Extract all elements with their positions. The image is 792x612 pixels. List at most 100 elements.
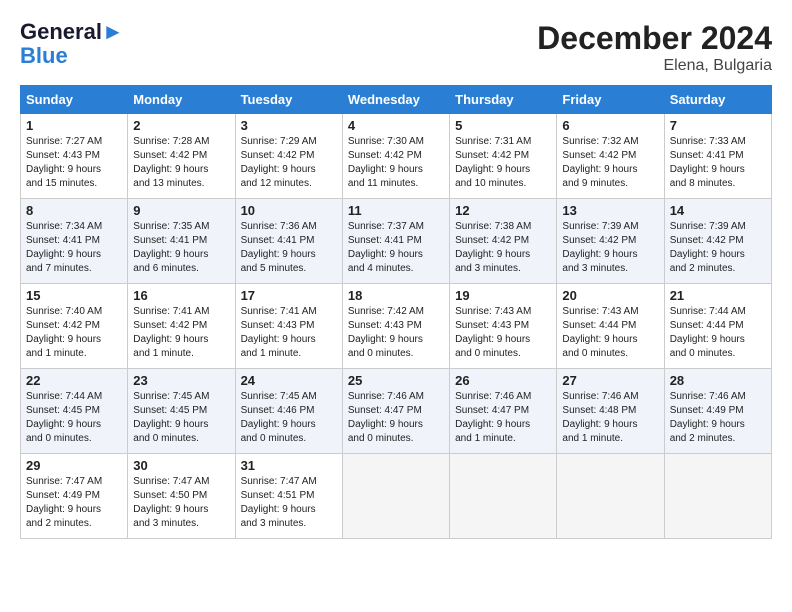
title-section: December 2024 Elena, Bulgaria [537,20,772,75]
day-number: 28 [670,373,766,388]
day-info: Sunrise: 7:46 AM Sunset: 4:47 PM Dayligh… [348,390,444,446]
day-number: 31 [241,458,337,473]
day-number: 7 [670,118,766,133]
calendar-cell: 17Sunrise: 7:41 AM Sunset: 4:43 PM Dayli… [235,284,342,369]
calendar-cell: 3 Sunrise: 7:29 AM Sunset: 4:42 PM Daylig… [235,114,342,199]
day-number: 6 [562,118,658,133]
week-row-3: 15Sunrise: 7:40 AM Sunset: 4:42 PM Dayli… [21,284,772,369]
calendar-cell: 2 Sunrise: 7:28 AM Sunset: 4:42 PM Daylig… [128,114,235,199]
day-number: 16 [133,288,229,303]
calendar-cell: 19Sunrise: 7:43 AM Sunset: 4:43 PM Dayli… [450,284,557,369]
calendar-cell [342,454,449,539]
calendar-cell: 7 Sunrise: 7:33 AM Sunset: 4:41 PM Daylig… [664,114,771,199]
calendar-cell: 13 Sunrise: 7:39 AM Sunset: 4:42 PM Dayli… [557,199,664,284]
day-info: Sunrise: 7:41 AM Sunset: 4:42 PM Dayligh… [133,305,229,361]
day-info: Sunrise: 7:43 AM Sunset: 4:44 PM Dayligh… [562,305,658,361]
day-number: 22 [26,373,122,388]
day-number: 3 [241,118,337,133]
day-info: Sunrise: 7:45 AM Sunset: 4:46 PM Dayligh… [241,390,337,446]
day-info: Sunrise: 7:46 AM Sunset: 4:49 PM Dayligh… [670,390,766,446]
day-number: 21 [670,288,766,303]
day-number: 11 [348,203,444,218]
calendar-cell: 5 Sunrise: 7:31 AM Sunset: 4:42 PM Daylig… [450,114,557,199]
calendar-table: SundayMondayTuesdayWednesdayThursdayFrid… [20,85,772,539]
day-info: Sunrise: 7:40 AM Sunset: 4:42 PM Dayligh… [26,305,122,361]
day-info: Sunrise: 7:47 AM Sunset: 4:51 PM Dayligh… [241,475,337,531]
day-info: Sunrise: 7:47 AM Sunset: 4:50 PM Dayligh… [133,475,229,531]
day-info: Sunrise: 7:39 AM Sunset: 4:42 PM Dayligh… [670,220,766,276]
day-number: 29 [26,458,122,473]
calendar-cell: 21 Sunrise: 7:44 AM Sunset: 4:44 PM Dayli… [664,284,771,369]
calendar-cell: 26Sunrise: 7:46 AM Sunset: 4:47 PM Dayli… [450,369,557,454]
day-number: 26 [455,373,551,388]
calendar-cell: 29 Sunrise: 7:47 AM Sunset: 4:49 PM Dayli… [21,454,128,539]
day-info: Sunrise: 7:34 AM Sunset: 4:41 PM Dayligh… [26,220,122,276]
day-info: Sunrise: 7:31 AM Sunset: 4:42 PM Dayligh… [455,135,551,191]
day-number: 25 [348,373,444,388]
day-number: 12 [455,203,551,218]
day-number: 8 [26,203,122,218]
day-number: 4 [348,118,444,133]
day-info: Sunrise: 7:36 AM Sunset: 4:41 PM Dayligh… [241,220,337,276]
calendar-cell: 30 Sunrise: 7:47 AM Sunset: 4:50 PM Dayli… [128,454,235,539]
calendar-cell: 16 Sunrise: 7:41 AM Sunset: 4:42 PM Dayli… [128,284,235,369]
day-info: Sunrise: 7:42 AM Sunset: 4:43 PM Dayligh… [348,305,444,361]
calendar-cell [664,454,771,539]
day-info: Sunrise: 7:35 AM Sunset: 4:41 PM Dayligh… [133,220,229,276]
day-number: 23 [133,373,229,388]
day-info: Sunrise: 7:44 AM Sunset: 4:44 PM Dayligh… [670,305,766,361]
weekday-header-monday: Monday [128,86,235,114]
calendar-cell: 9 Sunrise: 7:35 AM Sunset: 4:41 PM Daylig… [128,199,235,284]
day-number: 17 [241,288,337,303]
calendar-cell: 23 Sunrise: 7:45 AM Sunset: 4:45 PM Dayli… [128,369,235,454]
calendar-cell: 18 Sunrise: 7:42 AM Sunset: 4:43 PM Dayli… [342,284,449,369]
day-number: 2 [133,118,229,133]
day-info: Sunrise: 7:45 AM Sunset: 4:45 PM Dayligh… [133,390,229,446]
day-number: 20 [562,288,658,303]
day-info: Sunrise: 7:27 AM Sunset: 4:43 PM Dayligh… [26,135,122,191]
day-number: 13 [562,203,658,218]
header-row: SundayMondayTuesdayWednesdayThursdayFrid… [21,86,772,114]
calendar-cell [450,454,557,539]
day-number: 9 [133,203,229,218]
day-number: 5 [455,118,551,133]
weekday-header-tuesday: Tuesday [235,86,342,114]
calendar-cell: 22 Sunrise: 7:44 AM Sunset: 4:45 PM Dayli… [21,369,128,454]
logo: General► Blue [20,20,124,68]
page-header: General► Blue December 2024 Elena, Bulga… [20,20,772,75]
day-info: Sunrise: 7:38 AM Sunset: 4:42 PM Dayligh… [455,220,551,276]
day-number: 10 [241,203,337,218]
calendar-cell: 6Sunrise: 7:32 AM Sunset: 4:42 PM Daylig… [557,114,664,199]
week-row-5: 29 Sunrise: 7:47 AM Sunset: 4:49 PM Dayli… [21,454,772,539]
day-info: Sunrise: 7:37 AM Sunset: 4:41 PM Dayligh… [348,220,444,276]
day-info: Sunrise: 7:44 AM Sunset: 4:45 PM Dayligh… [26,390,122,446]
calendar-cell: 24 Sunrise: 7:45 AM Sunset: 4:46 PM Dayli… [235,369,342,454]
day-info: Sunrise: 7:30 AM Sunset: 4:42 PM Dayligh… [348,135,444,191]
month-title: December 2024 [537,20,772,57]
day-info: Sunrise: 7:46 AM Sunset: 4:48 PM Dayligh… [562,390,658,446]
day-number: 24 [241,373,337,388]
day-number: 14 [670,203,766,218]
day-info: Sunrise: 7:39 AM Sunset: 4:42 PM Dayligh… [562,220,658,276]
weekday-header-saturday: Saturday [664,86,771,114]
day-number: 1 [26,118,122,133]
day-number: 27 [562,373,658,388]
day-info: Sunrise: 7:47 AM Sunset: 4:49 PM Dayligh… [26,475,122,531]
logo-subtext: Blue [20,44,124,68]
calendar-cell [557,454,664,539]
day-info: Sunrise: 7:28 AM Sunset: 4:42 PM Dayligh… [133,135,229,191]
day-number: 30 [133,458,229,473]
calendar-cell: 31 Sunrise: 7:47 AM Sunset: 4:51 PM Dayli… [235,454,342,539]
calendar-cell: 28 Sunrise: 7:46 AM Sunset: 4:49 PM Dayli… [664,369,771,454]
weekday-header-sunday: Sunday [21,86,128,114]
weekday-header-wednesday: Wednesday [342,86,449,114]
calendar-cell: 1 Sunrise: 7:27 AM Sunset: 4:43 PM Daylig… [21,114,128,199]
logo-text: General► [20,20,124,44]
day-info: Sunrise: 7:33 AM Sunset: 4:41 PM Dayligh… [670,135,766,191]
day-number: 18 [348,288,444,303]
day-info: Sunrise: 7:29 AM Sunset: 4:42 PM Dayligh… [241,135,337,191]
calendar-cell: 20 Sunrise: 7:43 AM Sunset: 4:44 PM Dayli… [557,284,664,369]
weekday-header-thursday: Thursday [450,86,557,114]
day-number: 19 [455,288,551,303]
week-row-2: 8 Sunrise: 7:34 AM Sunset: 4:41 PM Daylig… [21,199,772,284]
